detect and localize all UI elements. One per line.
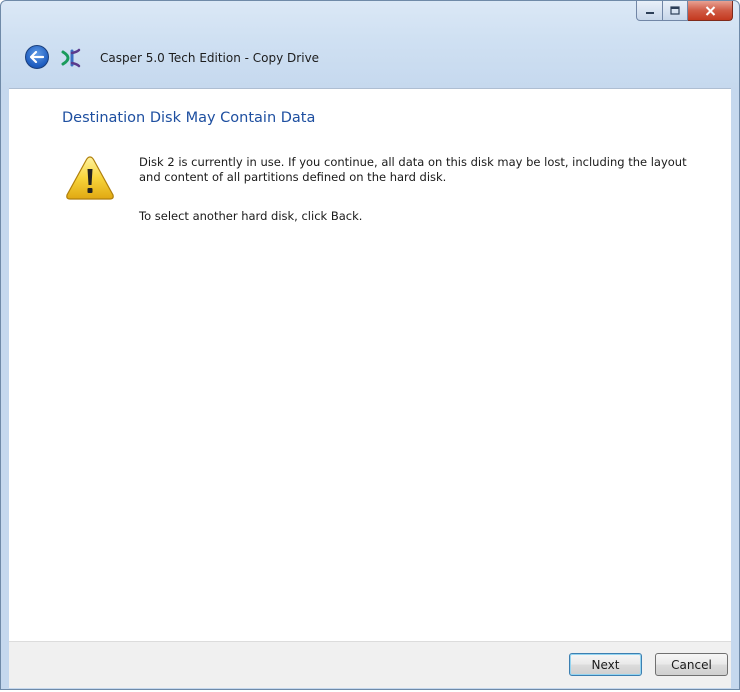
wizard-window: Casper 5.0 Tech Edition - Copy Drive Des… <box>0 0 740 690</box>
wizard-nav-bar: Casper 5.0 Tech Edition - Copy Drive <box>1 39 739 75</box>
caption-buttons <box>636 1 733 21</box>
title-bar <box>1 1 739 31</box>
window-title: Casper 5.0 Tech Edition - Copy Drive <box>100 51 320 65</box>
back-arrow-icon <box>30 51 44 63</box>
minimize-button[interactable] <box>636 1 663 21</box>
maximize-icon <box>670 6 680 15</box>
maximize-button[interactable] <box>663 1 688 21</box>
warning-message: Disk 2 is currently in use. If you conti… <box>139 155 687 184</box>
casper-app-icon <box>61 48 81 68</box>
back-button[interactable] <box>25 45 49 69</box>
close-icon <box>705 5 715 16</box>
back-hint-text: To select another hard disk, click Back. <box>139 209 363 223</box>
next-button[interactable]: Next <box>569 653 642 676</box>
warning-icon <box>66 156 114 200</box>
cancel-button[interactable]: Cancel <box>655 653 728 676</box>
page-heading: Destination Disk May Contain Data <box>62 110 316 126</box>
minimize-icon <box>645 11 654 14</box>
wizard-content: Destination Disk May Contain Data Disk 2… <box>9 88 731 642</box>
wizard-footer: Next Cancel <box>9 641 731 688</box>
close-button[interactable] <box>688 1 733 21</box>
